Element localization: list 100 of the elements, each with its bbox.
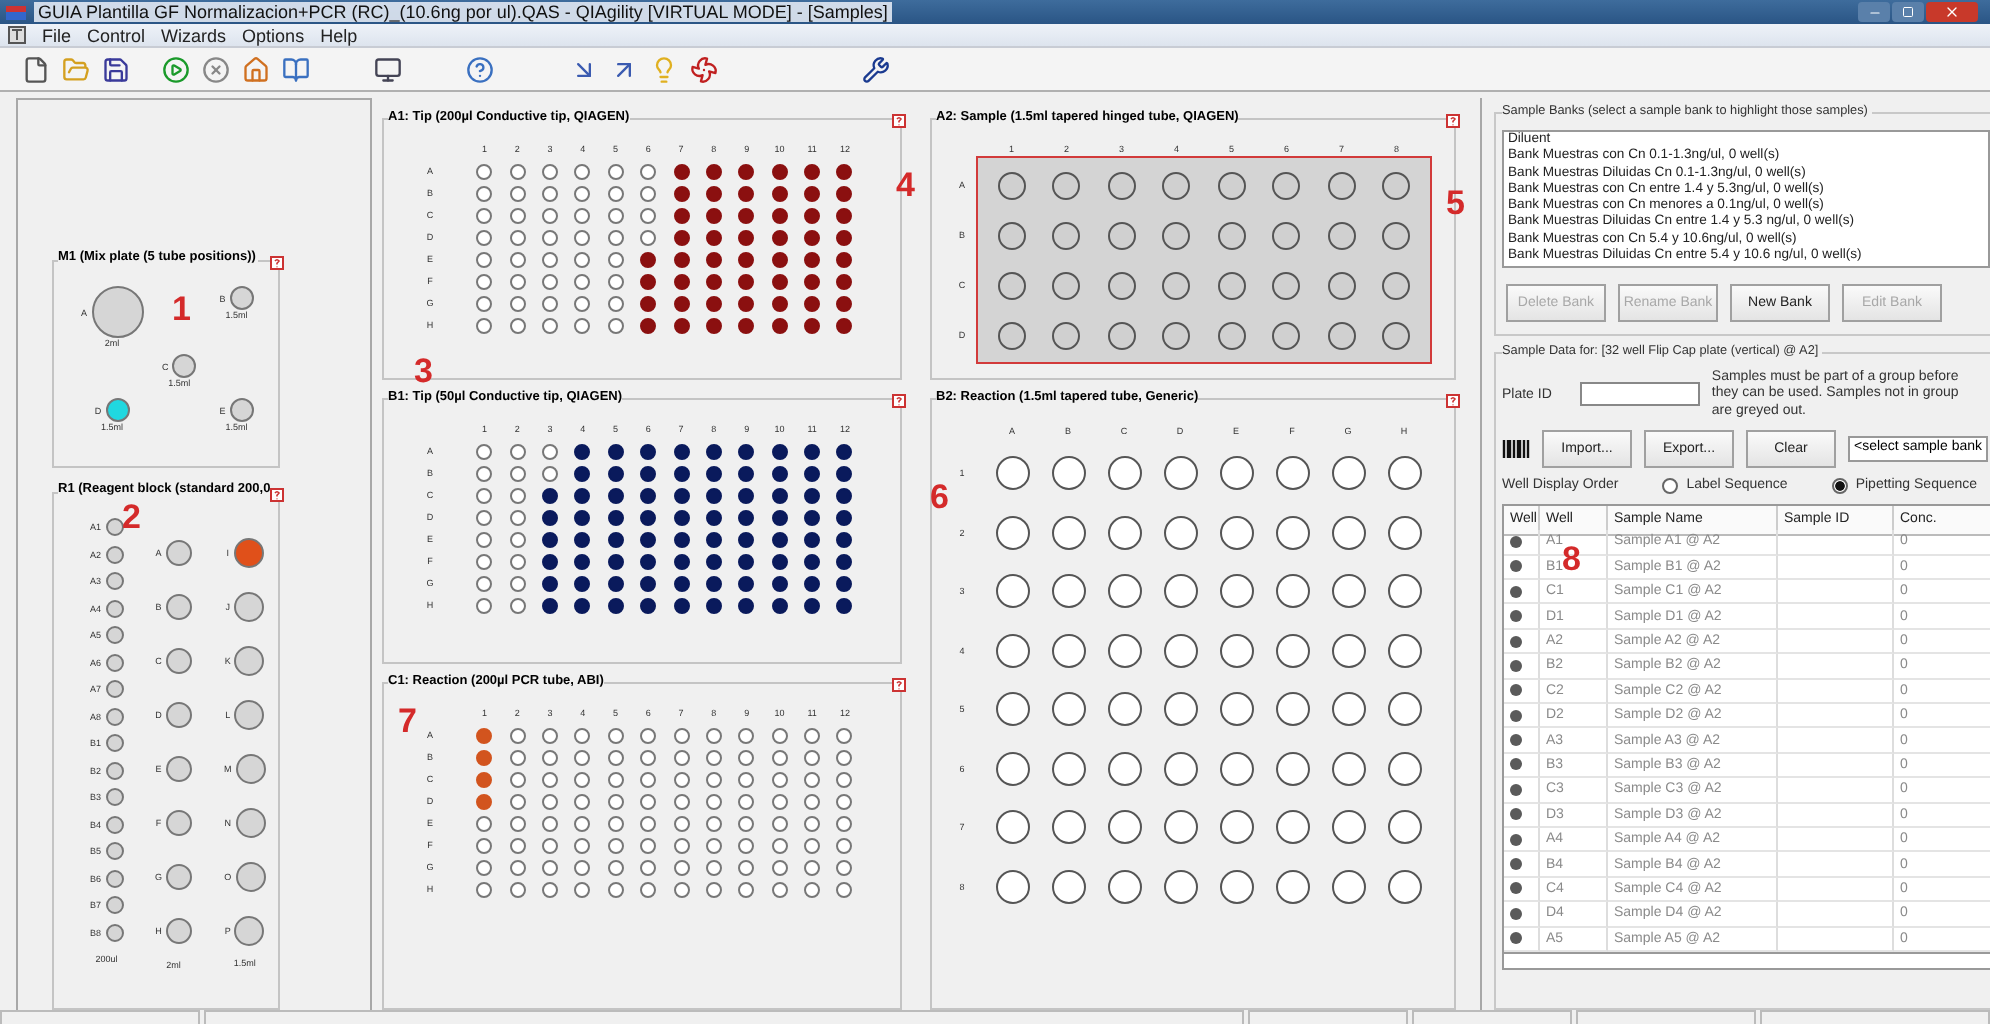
well[interactable]: [673, 251, 690, 267]
well[interactable]: [1163, 810, 1197, 845]
well[interactable]: [1051, 633, 1085, 668]
help-icon[interactable]: [270, 256, 284, 270]
well[interactable]: [640, 251, 657, 267]
well[interactable]: [804, 229, 821, 245]
well[interactable]: [1387, 692, 1421, 727]
well[interactable]: [995, 633, 1029, 668]
well[interactable]: [1275, 456, 1309, 491]
well[interactable]: [705, 295, 722, 311]
well[interactable]: [804, 531, 821, 547]
well[interactable]: [804, 597, 821, 613]
well[interactable]: [804, 295, 821, 311]
well[interactable]: [836, 163, 853, 179]
well[interactable]: [607, 531, 624, 547]
well[interactable]: [673, 531, 690, 547]
well[interactable]: [1107, 692, 1141, 727]
well[interactable]: [1387, 810, 1421, 845]
well[interactable]: [1331, 456, 1365, 491]
well[interactable]: [771, 273, 788, 289]
tube-well[interactable]: [105, 599, 124, 617]
well[interactable]: [705, 597, 722, 613]
well[interactable]: [804, 509, 821, 525]
well[interactable]: [1331, 692, 1365, 727]
tube-well[interactable]: [235, 862, 266, 892]
well[interactable]: [607, 553, 624, 569]
well[interactable]: [607, 443, 624, 459]
well[interactable]: [1387, 456, 1421, 491]
well[interactable]: [804, 487, 821, 503]
well[interactable]: [673, 185, 690, 201]
well[interactable]: [738, 273, 755, 289]
well[interactable]: [574, 553, 591, 569]
well[interactable]: [1219, 869, 1253, 904]
well[interactable]: [1163, 869, 1197, 904]
well[interactable]: [673, 465, 690, 481]
well[interactable]: [673, 597, 690, 613]
well[interactable]: [771, 443, 788, 459]
well[interactable]: [738, 553, 755, 569]
stop-icon[interactable]: [202, 55, 230, 83]
well[interactable]: [836, 531, 853, 547]
well[interactable]: [995, 810, 1029, 845]
menu-item[interactable]: Control: [87, 25, 146, 45]
well[interactable]: [738, 575, 755, 591]
well[interactable]: [738, 597, 755, 613]
well[interactable]: [1163, 456, 1197, 491]
well[interactable]: [1387, 751, 1421, 786]
tube-well[interactable]: [105, 572, 124, 590]
well[interactable]: [771, 465, 788, 481]
tube-well[interactable]: [229, 286, 254, 310]
well[interactable]: [673, 295, 690, 311]
tube-well[interactable]: [235, 808, 266, 838]
tube-well[interactable]: [233, 538, 264, 568]
well[interactable]: [607, 575, 624, 591]
well[interactable]: [640, 553, 657, 569]
tube-well[interactable]: [105, 923, 124, 941]
tube-well[interactable]: [105, 788, 124, 806]
well[interactable]: [705, 273, 722, 289]
well[interactable]: [1107, 869, 1141, 904]
tube-well[interactable]: [166, 864, 193, 890]
tube-well[interactable]: [172, 354, 197, 378]
well[interactable]: [836, 575, 853, 591]
menu-item[interactable]: Options: [242, 25, 305, 45]
well[interactable]: [673, 487, 690, 503]
well[interactable]: [1331, 810, 1365, 845]
well[interactable]: [1219, 692, 1253, 727]
well[interactable]: [607, 465, 624, 481]
well[interactable]: [771, 163, 788, 179]
help-icon[interactable]: [466, 55, 494, 83]
tube-well[interactable]: [105, 398, 130, 422]
home-icon[interactable]: [242, 55, 270, 83]
tube-well[interactable]: [165, 702, 192, 728]
well[interactable]: [1163, 633, 1197, 668]
tube-well[interactable]: [105, 545, 124, 563]
well[interactable]: [1107, 633, 1141, 668]
well[interactable]: [705, 229, 722, 245]
well[interactable]: [804, 273, 821, 289]
help-icon[interactable]: [1446, 394, 1460, 408]
well[interactable]: [640, 531, 657, 547]
tube-well[interactable]: [165, 918, 192, 944]
tube-well[interactable]: [105, 842, 124, 860]
menu-item[interactable]: File: [42, 25, 72, 45]
well[interactable]: [574, 509, 591, 525]
well[interactable]: [771, 575, 788, 591]
well[interactable]: [1219, 810, 1253, 845]
tube-well[interactable]: [105, 761, 124, 779]
well[interactable]: [607, 597, 624, 613]
well[interactable]: [1107, 574, 1141, 609]
well[interactable]: [705, 575, 722, 591]
tube-well[interactable]: [105, 707, 124, 725]
well[interactable]: [804, 553, 821, 569]
well[interactable]: [640, 317, 657, 333]
well[interactable]: [738, 251, 755, 267]
tube-well[interactable]: [235, 754, 266, 784]
well[interactable]: [771, 229, 788, 245]
well[interactable]: [738, 163, 755, 179]
well[interactable]: [1387, 574, 1421, 609]
well[interactable]: [1219, 633, 1253, 668]
well[interactable]: [771, 317, 788, 333]
well[interactable]: [1163, 751, 1197, 786]
well[interactable]: [1051, 456, 1085, 491]
